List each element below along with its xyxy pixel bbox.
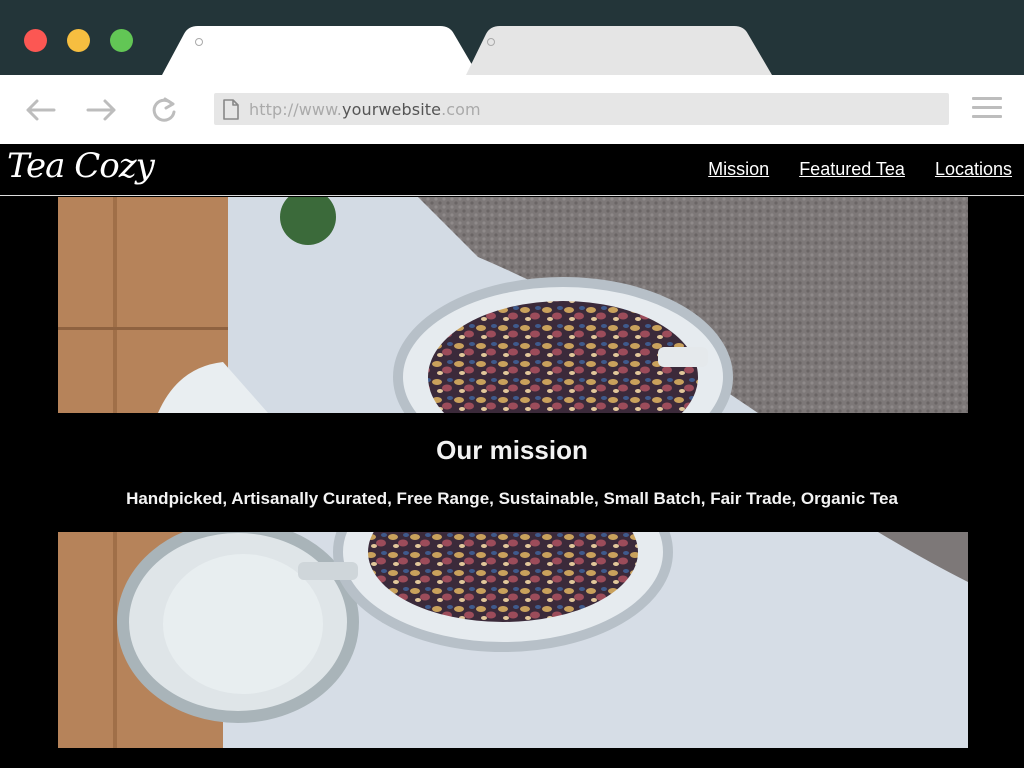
mission-section: Our mission Handpicked, Artisanally Cura…	[0, 413, 1024, 532]
browser-menu-icon[interactable]	[972, 97, 1002, 123]
close-window-button[interactable]	[24, 29, 47, 52]
minimize-window-button[interactable]	[67, 29, 90, 52]
forward-arrow-icon[interactable]	[84, 92, 120, 128]
maximize-window-button[interactable]	[110, 29, 133, 52]
browser-tab-inactive[interactable]	[466, 26, 774, 75]
browser-toolbar: http://www.yourwebsite.com	[0, 75, 1024, 144]
nav-link-mission[interactable]: Mission	[708, 159, 769, 180]
hero-image-bottom	[58, 532, 968, 748]
mission-title: Our mission	[436, 435, 588, 465]
reload-icon[interactable]	[146, 92, 182, 128]
tab-favicon-icon	[195, 38, 203, 46]
url-text: http://www.yourwebsite.com	[249, 100, 481, 119]
nav-link-locations[interactable]: Locations	[935, 159, 1012, 180]
page-icon	[223, 99, 239, 120]
site-header: Tea Cozy Mission Featured Tea Locations	[0, 144, 1024, 196]
browser-tab-active[interactable]	[162, 26, 480, 75]
browser-titlebar	[0, 0, 1024, 75]
tab-favicon-icon	[487, 38, 495, 46]
back-arrow-icon[interactable]	[22, 92, 58, 128]
mission-tagline: Handpicked, Artisanally Curated, Free Ra…	[126, 489, 898, 508]
hero-image-top	[58, 197, 968, 413]
site-logo[interactable]: Tea Cozy	[7, 146, 155, 186]
nav-link-featured-tea[interactable]: Featured Tea	[799, 159, 905, 180]
address-bar[interactable]: http://www.yourwebsite.com	[214, 93, 949, 125]
site-nav: Mission Featured Tea Locations	[708, 159, 1012, 180]
